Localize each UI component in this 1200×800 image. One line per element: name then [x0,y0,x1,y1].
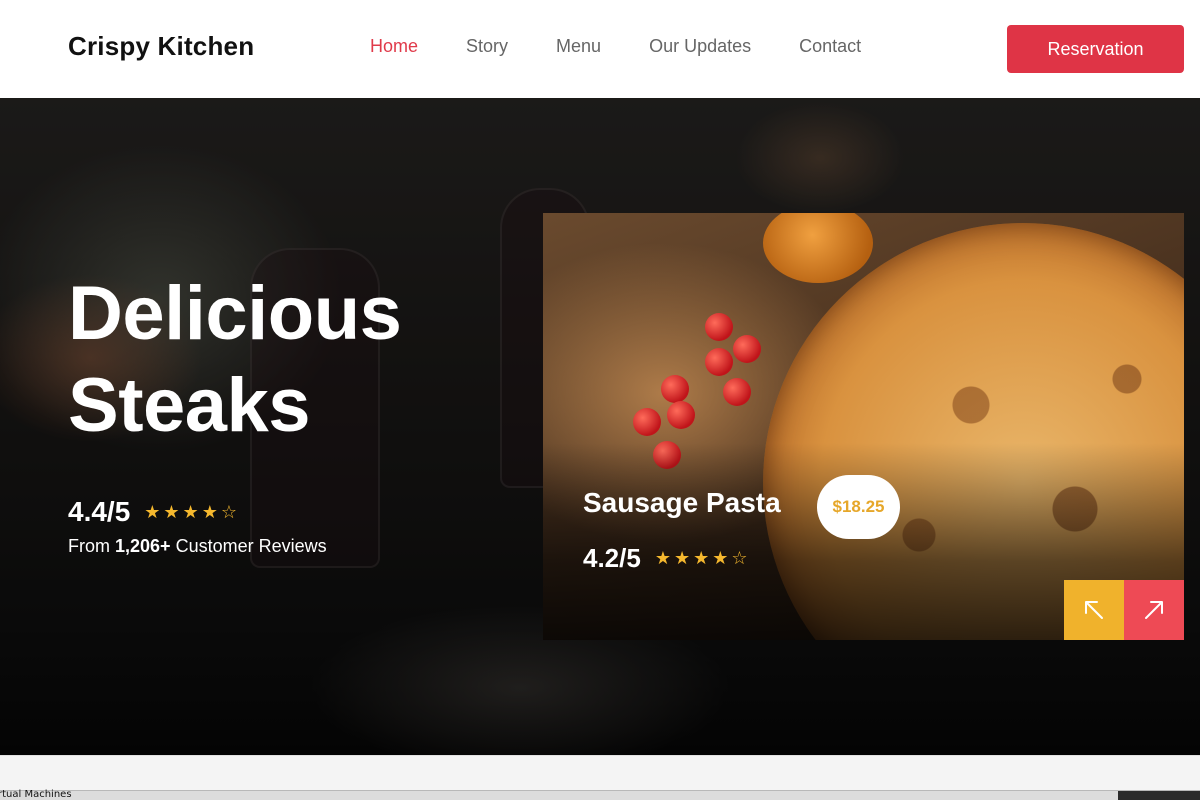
main-nav: Home Story Menu Our Updates Contact [370,36,861,57]
star-rating-icon: ★★★★☆ [654,548,751,568]
nav-contact[interactable]: Contact [799,36,861,57]
taskbar-label[interactable]: rtual Machines [0,790,72,800]
tomato-image [633,408,661,436]
tomato-image [733,335,761,363]
featured-dish-card[interactable]: Sausage Pasta $18.25 4.2/5 ★★★★☆ [543,213,1184,640]
os-taskbar: rtual Machines [0,790,1200,800]
nav-story[interactable]: Story [466,36,508,57]
dish-name: Sausage Pasta [583,487,781,518]
brand-logo[interactable]: Crispy Kitchen [68,31,254,62]
hero-title-line1: Delicious [68,271,402,356]
hero-section: Delicious Steaks 4.4/5 ★★★★☆ From 1,206+… [0,98,1200,755]
nav-home[interactable]: Home [370,36,418,57]
dish-rating: 4.2/5 ★★★★☆ [583,543,751,574]
price-badge: $18.25 [817,475,900,539]
arrow-up-right-icon [1145,601,1163,619]
tomato-image [705,348,733,376]
tomato-image [705,313,733,341]
star-rating-icon: ★★★★☆ [144,501,240,522]
hero-reviews: From 1,206+ Customer Reviews [68,536,327,557]
tomato-image [723,378,751,406]
hero-rating-value: 4.4/5 [68,496,131,527]
tomato-image [661,375,689,403]
hero-title: Delicious Steaks [68,268,488,452]
slider-next-button[interactable] [1124,580,1184,640]
arrow-up-left-icon [1085,601,1103,619]
reviews-prefix: From [68,536,110,556]
page-bottom-strip [0,755,1200,790]
reviews-suffix: Customer Reviews [175,536,327,556]
hero-title-line2: Steaks [68,363,311,448]
reviews-count: 1,206+ [115,536,171,556]
tomato-image [667,401,695,429]
dish-rating-value: 4.2/5 [583,543,641,573]
slider-prev-button[interactable] [1064,580,1124,640]
nav-our-updates[interactable]: Our Updates [649,36,751,57]
hero-rating: 4.4/5 ★★★★☆ [68,496,240,528]
reservation-button[interactable]: Reservation [1007,25,1184,73]
site-header: Crispy Kitchen Home Story Menu Our Updat… [0,0,1200,98]
nav-menu[interactable]: Menu [556,36,601,57]
taskbar-tray [1118,791,1200,800]
